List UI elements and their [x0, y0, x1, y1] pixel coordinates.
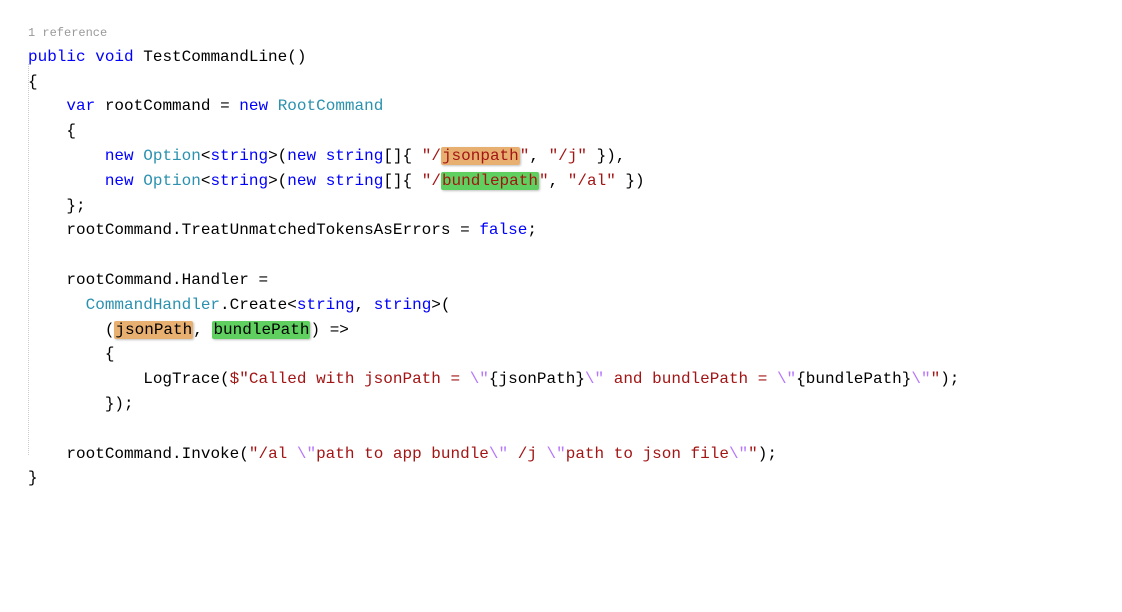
string-literal: path to app bundle — [316, 445, 489, 463]
paren-close-semi: ); — [940, 370, 959, 388]
keyword-var: var — [66, 97, 95, 115]
keyword-new: new — [105, 172, 134, 190]
comma: , — [616, 147, 626, 165]
keyword-new: new — [287, 172, 316, 190]
keyword-new: new — [239, 97, 268, 115]
keyword-string: string — [210, 147, 268, 165]
brace-open: { — [105, 345, 115, 363]
paren-open: ( — [220, 370, 230, 388]
lt: < — [287, 296, 297, 314]
gt: > — [268, 172, 278, 190]
highlight-jsonpath-param: jsonPath — [114, 321, 193, 339]
keyword-public: public — [28, 48, 86, 66]
escape-quote: \" — [470, 370, 489, 388]
escape-quote: \" — [911, 370, 930, 388]
comma: , — [193, 321, 203, 339]
var-root: rootCommand — [105, 97, 211, 115]
string-close: " — [520, 147, 530, 165]
keyword-string: string — [326, 147, 384, 165]
paren-close: ) — [310, 321, 320, 339]
interp-close: } — [902, 370, 912, 388]
lt: < — [201, 172, 211, 190]
keyword-new: new — [287, 147, 316, 165]
interp-open: { — [489, 370, 499, 388]
string-literal: "/al" — [568, 172, 616, 190]
string-template: and bundlePath = — [604, 370, 777, 388]
interp-bundlepath: bundlePath — [806, 370, 902, 388]
escape-quote: \" — [729, 445, 748, 463]
string-end: " — [931, 370, 941, 388]
escape-quote: \" — [585, 370, 604, 388]
brace-open: { — [28, 73, 38, 91]
code-editor[interactable]: 1 reference public void TestCommandLine(… — [0, 0, 1122, 491]
codelens-reference[interactable]: 1 reference — [28, 26, 107, 40]
keyword-string: string — [326, 172, 384, 190]
string-template: "Called with jsonPath = — [239, 370, 469, 388]
escape-quote: \" — [547, 445, 566, 463]
comma: , — [549, 172, 559, 190]
string-literal: "/al — [249, 445, 297, 463]
arr-open: []{ — [383, 147, 412, 165]
brace-close: } — [28, 469, 38, 487]
arrow: => — [330, 321, 349, 339]
var-root: rootCommand — [66, 445, 172, 463]
comma: , — [529, 147, 539, 165]
gt: > — [268, 147, 278, 165]
semi: ; — [527, 221, 537, 239]
string-literal: "/j" — [549, 147, 587, 165]
escape-quote: \" — [489, 445, 508, 463]
equals: = — [460, 221, 470, 239]
keyword-false: false — [479, 221, 527, 239]
type-option: Option — [143, 147, 201, 165]
type-commandhandler: CommandHandler — [86, 296, 220, 314]
equals: = — [220, 97, 230, 115]
method-invoke: Invoke — [182, 445, 240, 463]
interp-jsonpath: jsonPath — [499, 370, 576, 388]
keyword-string: string — [297, 296, 355, 314]
brace-close-semi: }; — [66, 197, 85, 215]
interp-open: { — [796, 370, 806, 388]
var-root: rootCommand — [66, 271, 172, 289]
prop-handler: Handler — [182, 271, 249, 289]
string-literal: /j — [508, 445, 546, 463]
dollar: $ — [230, 370, 240, 388]
paren-close-semi: ); — [758, 445, 777, 463]
string-close: " — [539, 172, 549, 190]
prop-treat: TreatUnmatchedTokensAsErrors — [182, 221, 451, 239]
lt: < — [201, 147, 211, 165]
keyword-void: void — [95, 48, 133, 66]
string-literal: "/ — [422, 172, 441, 190]
keyword-string: string — [210, 172, 268, 190]
method-name: TestCommandLine — [143, 48, 287, 66]
paren-open: ( — [239, 445, 249, 463]
arr-open: []{ — [383, 172, 412, 190]
brace-close-paren-semi: }); — [105, 395, 134, 413]
keyword-new: new — [105, 147, 134, 165]
equals: = — [258, 271, 268, 289]
gt: > — [431, 296, 441, 314]
var-root: rootCommand — [66, 221, 172, 239]
arr-close: }) — [625, 172, 644, 190]
arr-close: }) — [597, 147, 616, 165]
method-create: Create — [230, 296, 288, 314]
highlight-jsonpath: jsonpath — [441, 147, 520, 165]
type-rootcommand: RootCommand — [278, 97, 384, 115]
highlight-bundlepath: bundlepath — [441, 172, 539, 190]
highlight-bundlepath-param: bundlePath — [212, 321, 310, 339]
interp-close: } — [575, 370, 585, 388]
string-literal: "/ — [422, 147, 441, 165]
string-end: " — [748, 445, 758, 463]
paren-open: ( — [105, 321, 115, 339]
string-literal: path to json file — [566, 445, 729, 463]
parens: () — [287, 48, 306, 66]
keyword-string: string — [374, 296, 432, 314]
method-logtrace: LogTrace — [143, 370, 220, 388]
type-option: Option — [143, 172, 201, 190]
brace-open: { — [66, 122, 76, 140]
comma: , — [354, 296, 364, 314]
escape-quote: \" — [777, 370, 796, 388]
escape-quote: \" — [297, 445, 316, 463]
paren-open: ( — [441, 296, 451, 314]
